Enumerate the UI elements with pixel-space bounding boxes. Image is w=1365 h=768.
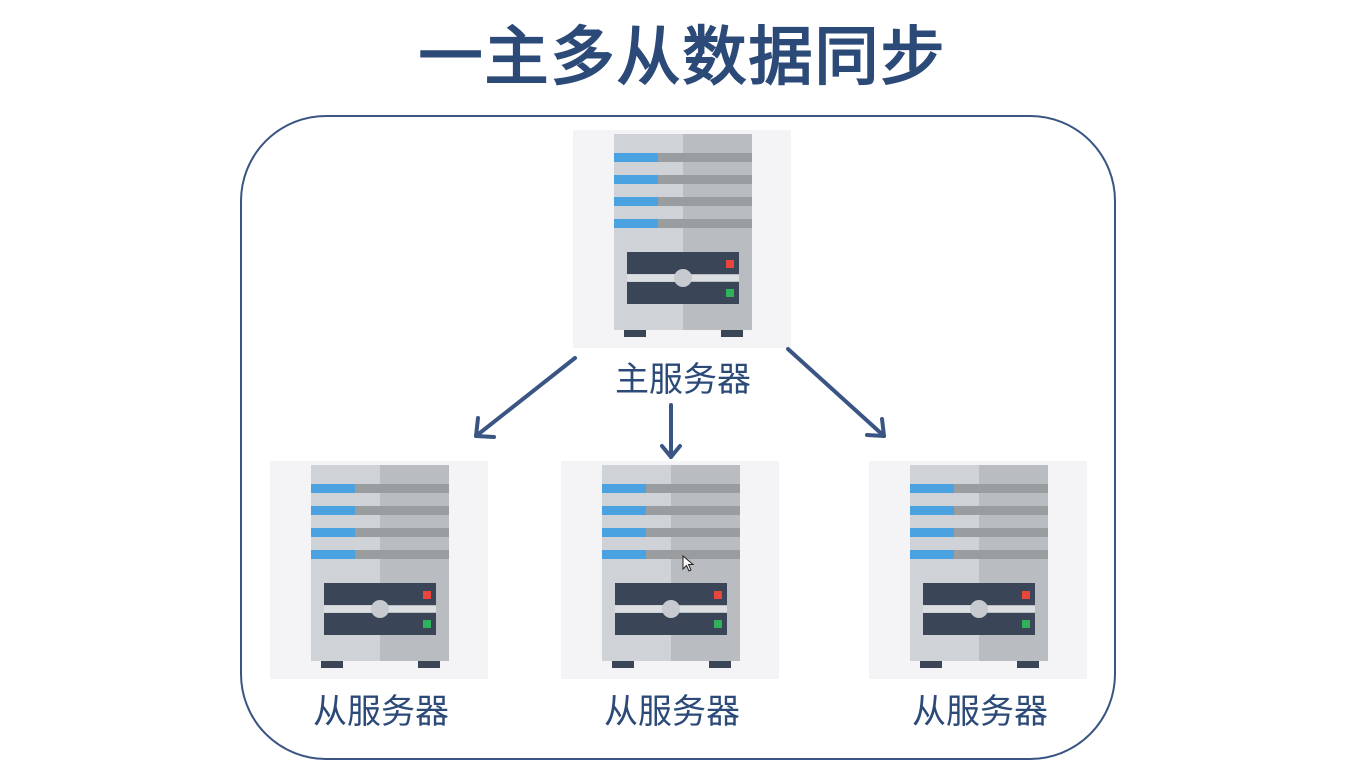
arrow-to-slave-2 — [660, 403, 682, 459]
arrow-to-slave-1 — [474, 356, 577, 439]
mouse-cursor-icon — [682, 555, 695, 572]
arrow-to-slave-3 — [786, 347, 886, 438]
sync-arrows — [474, 347, 886, 459]
